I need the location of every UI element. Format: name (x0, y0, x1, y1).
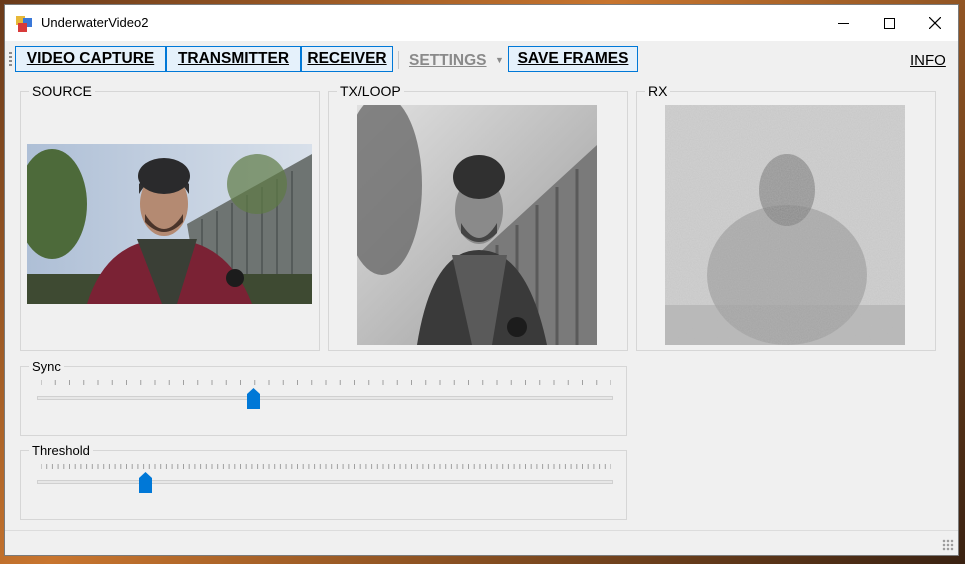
menu-bar: VIDEO CAPTURE TRANSMITTER RECEIVER SETTI… (5, 43, 958, 77)
dropdown-arrow-icon[interactable]: ▼ (495, 55, 504, 65)
threshold-slider-thumb[interactable] (138, 472, 152, 493)
source-panel-label: SOURCE (29, 83, 95, 99)
rx-video-image (665, 105, 905, 345)
close-icon (929, 17, 941, 29)
rx-panel: RX (636, 83, 936, 351)
minimize-button[interactable] (820, 5, 866, 41)
threshold-group: Threshold (20, 443, 627, 520)
sync-track[interactable] (37, 396, 613, 400)
sync-ticks (41, 380, 611, 385)
maximize-icon (883, 17, 895, 29)
txloop-video-image (357, 105, 597, 345)
window-title: UnderwaterVideo2 (41, 15, 149, 30)
toolbar-grip[interactable] (9, 52, 12, 68)
sync-label: Sync (29, 359, 64, 375)
source-panel: SOURCE (20, 83, 320, 351)
sync-group: Sync (20, 359, 627, 436)
txloop-panel-label: TX/LOOP (337, 83, 404, 99)
title-bar[interactable]: UnderwaterVideo2 (5, 5, 958, 41)
txloop-panel: TX/LOOP (328, 83, 628, 351)
menu-separator (398, 51, 399, 69)
threshold-track[interactable] (37, 480, 613, 484)
app-window: UnderwaterVideo2 VIDEO CAPTURE TRANSMITT… (4, 4, 959, 556)
source-video-image (27, 144, 312, 304)
threshold-label: Threshold (29, 443, 93, 459)
sync-slider-thumb[interactable] (247, 388, 261, 409)
receiver-button[interactable]: RECEIVER (301, 46, 393, 72)
rx-panel-label: RX (645, 83, 671, 99)
status-bar (5, 530, 958, 555)
info-menu[interactable]: INFO (910, 52, 946, 69)
app-icon (16, 16, 32, 32)
minimize-icon (837, 22, 849, 24)
close-button[interactable] (912, 5, 958, 41)
transmitter-button[interactable]: TRANSMITTER (166, 46, 301, 72)
maximize-button[interactable] (866, 5, 912, 41)
resize-grip-icon[interactable] (942, 539, 954, 551)
save-frames-button[interactable]: SAVE FRAMES (508, 46, 638, 72)
threshold-ticks (41, 464, 611, 469)
video-capture-button[interactable]: VIDEO CAPTURE (15, 46, 166, 72)
settings-menu[interactable]: SETTINGS (409, 52, 487, 70)
